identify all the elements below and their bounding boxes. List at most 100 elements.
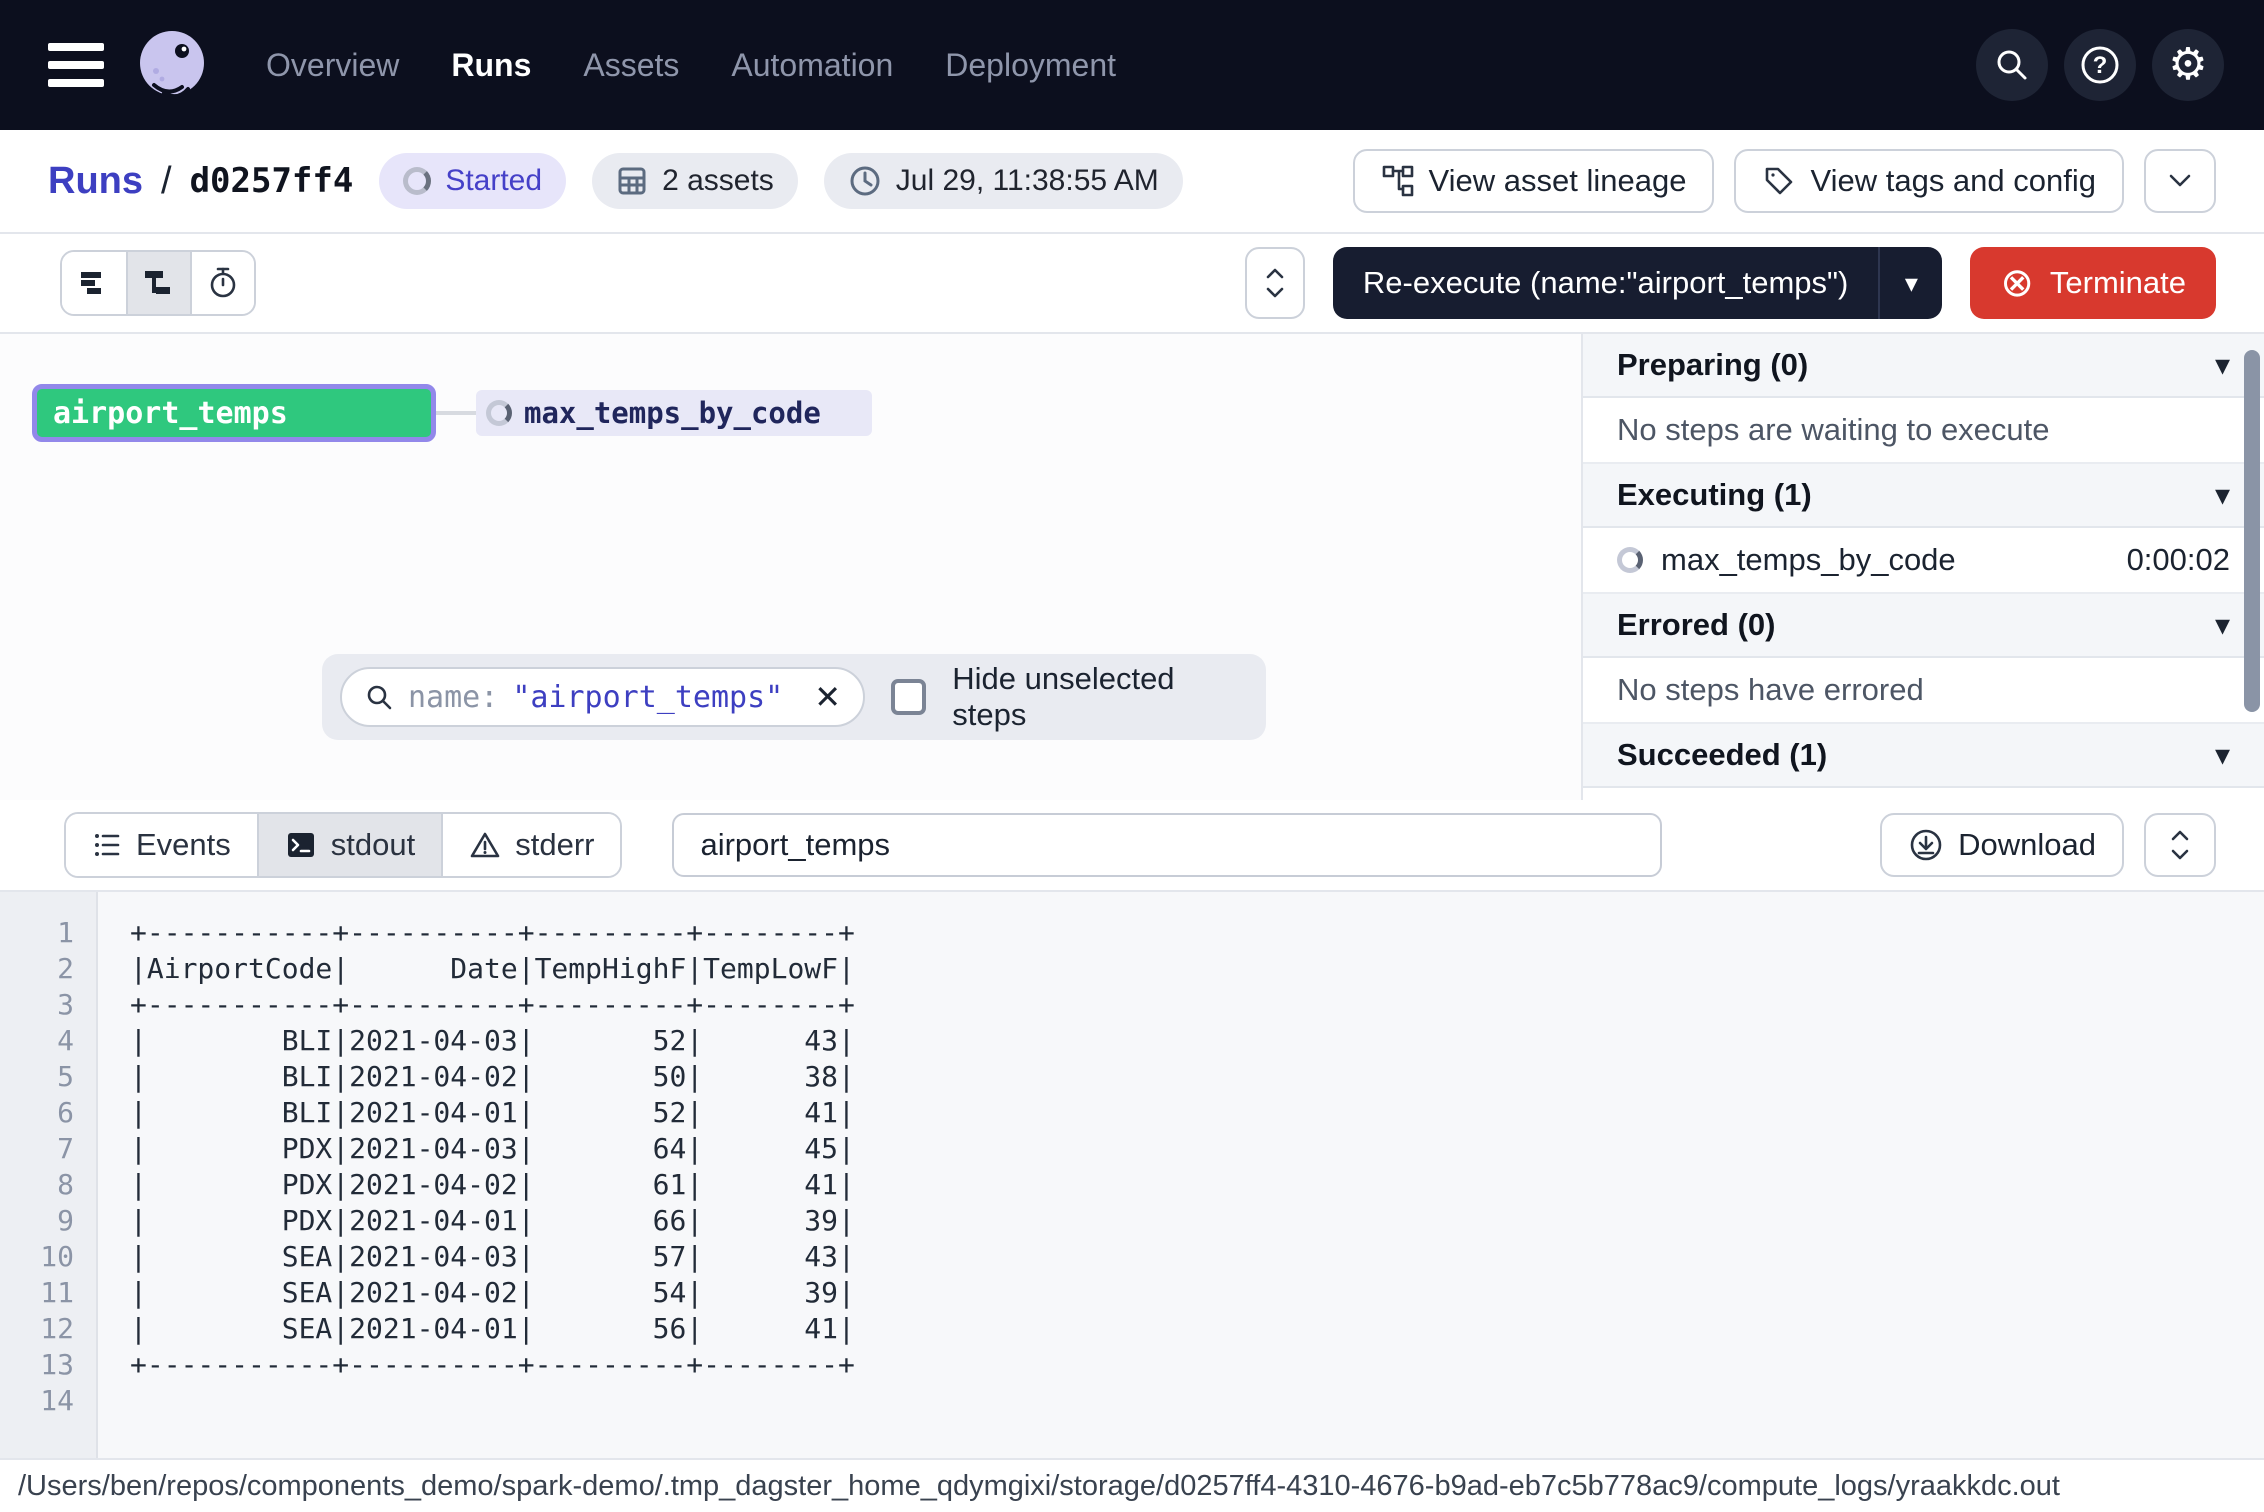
zoom-controls-button[interactable] [1245,247,1305,319]
tab-stdout[interactable]: stdout [257,814,441,876]
panel-scrollbar[interactable] [2244,350,2260,712]
stdout-log-viewer[interactable]: 1+-----------+----------+---------+-----… [0,892,2264,1458]
graph-node-airport-temps[interactable]: airport_temps [32,384,436,442]
run-toolbar: Re-execute (name:"airport_temps") ▾ ⊗ Te… [0,234,2264,334]
log-line: 10| SEA|2021-04-03| 57| 43| [0,1238,2264,1274]
assets-count-badge[interactable]: 2 assets [592,153,798,209]
section-preparing-empty: No steps are waiting to execute [1583,398,2264,464]
section-preparing-header[interactable]: Preparing (0) ▾ [1583,334,2264,398]
log-type-tabs: Events stdout stderr [64,812,622,878]
up-down-chevrons-icon [2168,827,2192,863]
log-line: 3+-----------+----------+---------+-----… [0,986,2264,1022]
spinner-icon [403,167,431,195]
lineage-icon [1381,164,1415,198]
settings-button[interactable]: ⚙ [2152,29,2224,101]
events-list-icon [92,831,122,859]
gear-icon: ⚙ [2168,43,2207,87]
breadcrumb-runs-link[interactable]: Runs [48,160,143,203]
log-line: 5| BLI|2021-04-02| 50| 38| [0,1058,2264,1094]
up-down-chevrons-icon [1263,265,1287,301]
spinner-icon [486,400,512,426]
logs-toolbar: Events stdout stderr [0,800,2264,892]
log-line: 1+-----------+----------+---------+-----… [0,914,2264,950]
search-icon [364,682,394,712]
caret-down-icon: ▾ [2215,738,2230,773]
op-graph-canvas[interactable]: airport_temps max_temps_by_code name: "a… [0,334,1581,800]
stopwatch-icon [206,266,240,300]
help-button[interactable]: ? [2064,29,2136,101]
log-line: 6| BLI|2021-04-01| 52| 41| [0,1094,2264,1130]
tab-stderr[interactable]: stderr [441,814,620,876]
terminal-icon [285,830,317,860]
graph-filter-bar: name: "airport_temps" ✕ Hide unselected … [322,654,1266,740]
graph-node-max-temps-by-code[interactable]: max_temps_by_code [476,390,872,436]
dagster-logo-icon[interactable] [130,23,214,107]
section-executing-header[interactable]: Executing (1) ▾ [1583,464,2264,528]
run-main: airport_temps max_temps_by_code name: "a… [0,334,2264,800]
menu-icon[interactable] [48,43,104,87]
spinner-icon [1617,547,1643,573]
step-elapsed-time: 0:00:02 [2127,542,2230,578]
executing-step-row[interactable]: max_temps_by_code 0:00:02 [1583,528,2264,594]
nav-items: Overview Runs Assets Automation Deployme… [266,47,1116,84]
view-asset-lineage-button[interactable]: View asset lineage [1353,149,1715,213]
reexecute-dropdown-button[interactable]: ▾ [1878,247,1942,319]
log-step-filter-input[interactable] [672,813,1662,877]
cancel-circle-icon: ⊗ [2000,263,2034,303]
list-view-icon [77,268,111,298]
warning-triangle-icon [469,830,501,860]
log-line: 8| PDX|2021-04-02| 61| 41| [0,1166,2264,1202]
status-badge: Started [379,153,566,209]
hide-unselected-label[interactable]: Hide unselected steps [952,661,1248,733]
clock-icon [848,164,882,198]
section-succeeded-header[interactable]: Succeeded (1) ▾ [1583,724,2264,788]
hide-unselected-checkbox[interactable] [891,679,926,715]
view-graph-button[interactable] [126,252,190,314]
nav-item-runs[interactable]: Runs [451,47,531,84]
tag-icon [1762,164,1796,198]
gutter-divider [96,892,98,1458]
tab-events[interactable]: Events [66,814,257,876]
grid-icon [616,165,648,197]
terminate-button[interactable]: ⊗ Terminate [1970,247,2216,319]
view-timing-button[interactable] [190,252,254,314]
download-icon [1908,827,1944,863]
search-icon [1992,45,2032,85]
view-list-button[interactable] [62,252,126,314]
nav-item-assets[interactable]: Assets [583,47,679,84]
log-line: 11| SEA|2021-04-02| 54| 39| [0,1274,2264,1310]
nav-item-overview[interactable]: Overview [266,47,399,84]
log-line: 2|AirportCode| Date|TempHighF|TempLowF| [0,950,2264,986]
download-button[interactable]: Download [1880,813,2124,877]
breadcrumb-separator: / [161,160,172,203]
log-line: 9| PDX|2021-04-01| 66| 39| [0,1202,2264,1238]
caret-down-icon: ▾ [2215,608,2230,643]
caret-down-icon: ▾ [2215,348,2230,383]
run-header: Runs / d0257ff4 Started 2 assets Jul 29,… [0,130,2264,234]
caret-down-icon: ▾ [1905,268,1918,299]
chevron-down-icon [2165,171,2195,191]
nav-item-deployment[interactable]: Deployment [945,47,1116,84]
section-errored-empty: No steps have errored [1583,658,2264,724]
log-content: 1+-----------+----------+---------+-----… [0,914,2264,1418]
log-line: 4| BLI|2021-04-03| 52| 43| [0,1022,2264,1058]
view-tags-config-button[interactable]: View tags and config [1734,149,2124,213]
run-header-more-button[interactable] [2144,149,2216,213]
dagster-run-page: Overview Runs Assets Automation Deployme… [0,0,2264,1512]
log-line: 12| SEA|2021-04-01| 56| 41| [0,1310,2264,1346]
view-mode-switcher [60,250,256,316]
nav-item-automation[interactable]: Automation [731,47,893,84]
section-errored-header[interactable]: Errored (0) ▾ [1583,594,2264,658]
svg-text:?: ? [2093,52,2108,79]
log-line: 7| PDX|2021-04-03| 64| 45| [0,1130,2264,1166]
help-icon: ? [2078,43,2122,87]
caret-down-icon: ▾ [2215,478,2230,513]
timestamp-badge: Jul 29, 11:38:55 AM [824,153,1183,209]
clear-filter-icon[interactable]: ✕ [814,678,841,716]
log-line: 14 [0,1382,2264,1418]
op-filter-input[interactable]: name: "airport_temps" ✕ [340,667,865,727]
log-line: 13+-----------+----------+---------+----… [0,1346,2264,1382]
logs-expand-button[interactable] [2144,813,2216,877]
reexecute-button[interactable]: Re-execute (name:"airport_temps") ▾ [1333,247,1942,319]
search-button[interactable] [1976,29,2048,101]
